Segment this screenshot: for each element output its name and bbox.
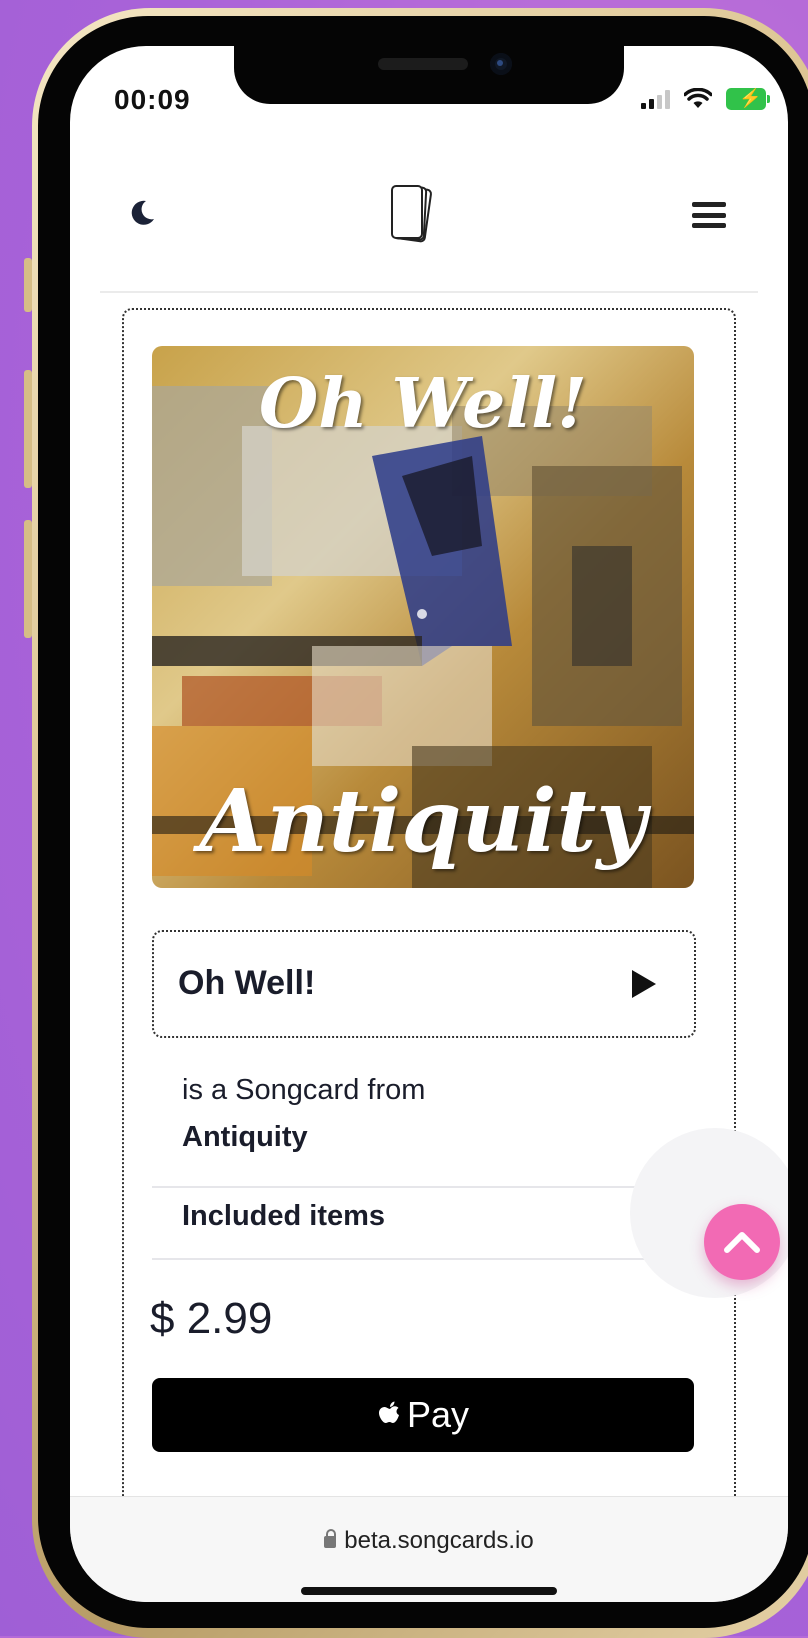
url-text: beta.songcards.io <box>344 1527 534 1554</box>
lock-icon <box>324 1529 337 1548</box>
songcards-logo-icon[interactable] <box>386 182 436 248</box>
price: $ 2.99 <box>150 1294 273 1343</box>
apple-pay-button[interactable]: Pay <box>152 1378 694 1452</box>
browser-url-bar[interactable]: beta.songcards.io <box>70 1496 788 1602</box>
scroll-to-top-button[interactable] <box>704 1204 780 1280</box>
hamburger-menu-icon[interactable] <box>692 202 726 228</box>
phone-screen: 00:09 ⚡ Oh Well! Antiquity Oh Well! is a… <box>70 46 788 1602</box>
url-display[interactable]: beta.songcards.io <box>70 1527 788 1555</box>
play-icon[interactable] <box>632 970 656 998</box>
speaker-grille <box>378 58 468 70</box>
volume-up-button <box>24 370 32 488</box>
artwork-title-text: Oh Well! <box>259 364 587 444</box>
divider <box>152 1258 694 1260</box>
apple-pay-label: Pay <box>406 1394 470 1435</box>
status-icons: ⚡ <box>641 88 770 110</box>
wifi-icon <box>684 88 712 108</box>
included-items-label: Included items <box>182 1200 386 1232</box>
songcard-from-text: is a Songcard from <box>182 1074 426 1106</box>
artwork-artist-text: Antiquity <box>199 771 647 872</box>
navbar <box>70 166 788 276</box>
notch <box>234 46 624 104</box>
signal-icon <box>641 89 670 109</box>
album-artwork: Oh Well! Antiquity <box>152 346 694 888</box>
chevron-up-icon <box>724 1232 760 1253</box>
navbar-divider <box>100 291 758 293</box>
song-play-row[interactable]: Oh Well! <box>152 930 696 1038</box>
dark-mode-moon-icon[interactable] <box>128 199 156 227</box>
battery-icon: ⚡ <box>726 88 770 110</box>
song-title: Oh Well! <box>178 964 316 1002</box>
charging-bolt-icon: ⚡ <box>739 88 762 108</box>
mute-switch <box>24 258 32 312</box>
volume-down-button <box>24 520 32 638</box>
front-camera <box>490 53 512 75</box>
status-time: 00:09 <box>114 84 191 115</box>
artist-name[interactable]: Antiquity <box>182 1121 308 1154</box>
apple-logo-icon <box>378 1401 399 1423</box>
home-indicator[interactable] <box>301 1587 557 1595</box>
included-items-accordion[interactable]: Included items <box>152 1188 694 1258</box>
